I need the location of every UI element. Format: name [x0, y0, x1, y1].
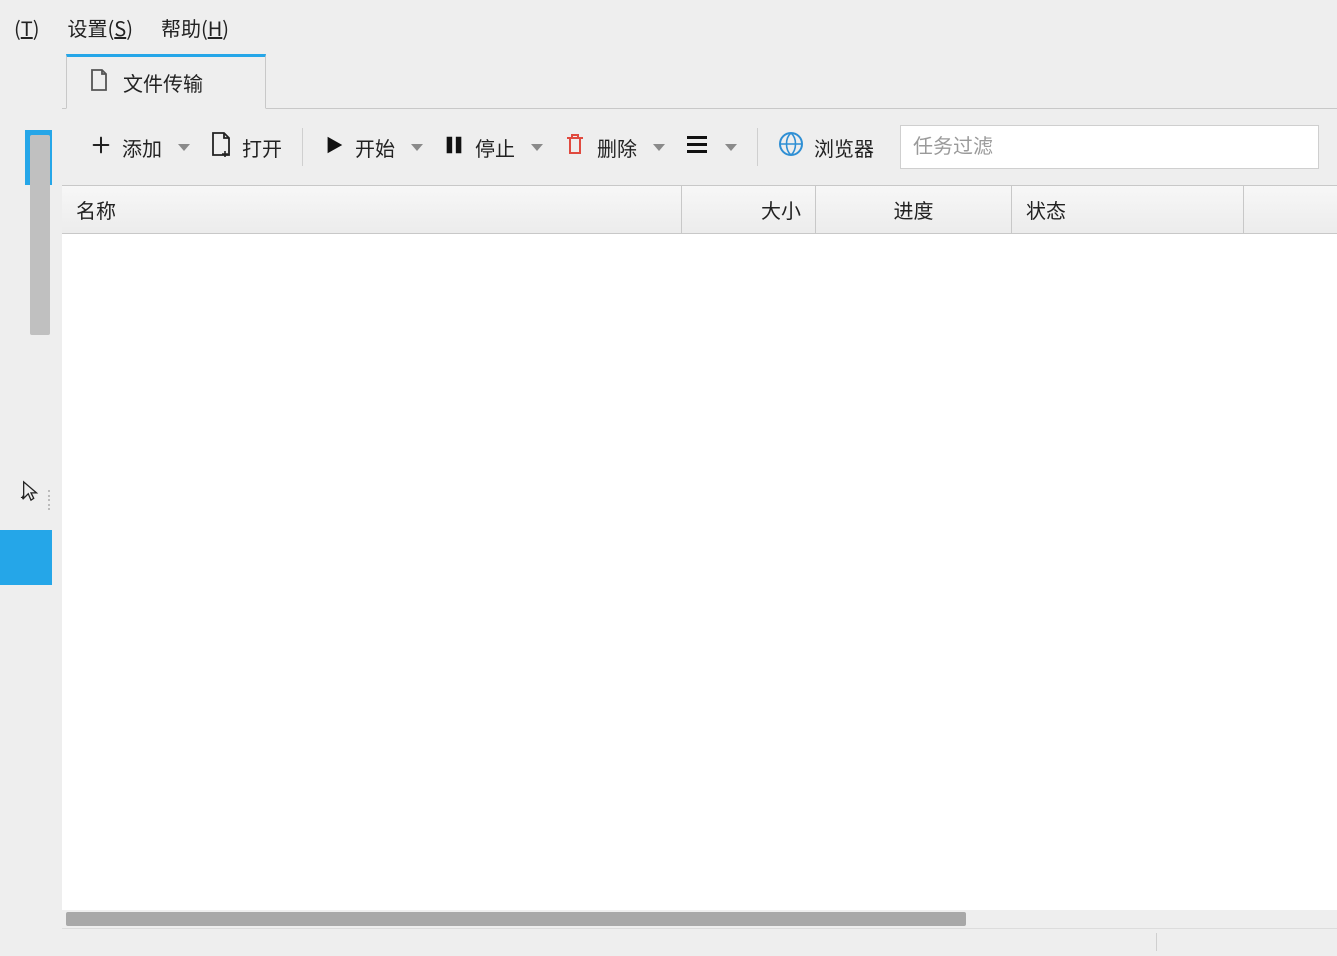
delete-button[interactable]: 删除 [553, 125, 675, 169]
globe-icon [778, 131, 804, 163]
column-name-label: 名称 [76, 195, 116, 224]
add-button[interactable]: 添加 [80, 125, 200, 169]
menu-help[interactable]: 帮助(H) [147, 7, 243, 48]
add-label: 添加 [122, 133, 162, 162]
browser-button[interactable]: 浏览器 [768, 125, 884, 169]
column-progress[interactable]: 进度 [816, 186, 1012, 233]
menu-settings-label: 设置(S) [68, 13, 133, 42]
cursor-add-icon [20, 480, 42, 508]
hamburger-icon [685, 133, 709, 162]
toolbar: 添加 打开 开始 [62, 109, 1337, 185]
column-size-label: 大小 [761, 195, 801, 224]
trash-icon [563, 132, 587, 162]
main-area: 文件传输 添加 打开 [0, 55, 1337, 956]
chevron-down-icon [725, 144, 737, 151]
column-status-label: 状态 [1026, 195, 1066, 224]
tab-strip: 文件传输 [62, 55, 1337, 109]
open-button[interactable]: 打开 [200, 125, 292, 169]
table-body-empty [62, 234, 1337, 910]
column-status[interactable]: 状态 [1012, 186, 1244, 233]
column-size[interactable]: 大小 [682, 186, 816, 233]
pause-icon [443, 133, 465, 162]
delete-label: 删除 [597, 133, 637, 162]
menu-settings[interactable]: 设置(S) [54, 7, 147, 48]
scrollbar-thumb[interactable] [66, 912, 966, 926]
status-bar [62, 928, 1337, 956]
transfer-table: 名称 大小 进度 状态 [62, 185, 1337, 910]
file-add-icon [210, 131, 232, 163]
sidebar-scrollbar[interactable] [30, 135, 50, 335]
filter-box[interactable] [900, 125, 1319, 169]
start-label: 开始 [355, 133, 395, 162]
tab-file-transfer[interactable]: 文件传输 [66, 54, 266, 109]
column-extra[interactable] [1244, 186, 1337, 233]
start-button[interactable]: 开始 [313, 125, 433, 169]
sidebar-drag-handle[interactable] [46, 490, 52, 510]
menu-tools-label: (T) [14, 13, 40, 42]
tab-label: 文件传输 [123, 68, 203, 97]
toolbar-separator [757, 128, 758, 166]
horizontal-scrollbar[interactable] [62, 910, 1337, 928]
content-column: 文件传输 添加 打开 [52, 55, 1337, 956]
sidebar [0, 55, 52, 956]
stop-label: 停止 [475, 133, 515, 162]
filter-input[interactable] [913, 136, 1306, 159]
table-header: 名称 大小 进度 状态 [62, 186, 1337, 234]
menu-button[interactable] [675, 125, 719, 169]
toolbar-separator [302, 128, 303, 166]
column-progress-label: 进度 [894, 195, 934, 224]
chevron-down-icon [531, 144, 543, 151]
column-name[interactable]: 名称 [62, 186, 682, 233]
sidebar-tab-active-2[interactable] [0, 530, 52, 585]
browser-label: 浏览器 [814, 133, 874, 162]
menu-bar: (T) 设置(S) 帮助(H) [0, 0, 1337, 55]
menu-dropdown[interactable] [719, 125, 747, 169]
menu-help-label: 帮助(H) [161, 13, 229, 42]
chevron-down-icon [653, 144, 665, 151]
file-icon [89, 68, 109, 98]
open-label: 打开 [242, 133, 282, 162]
chevron-down-icon [178, 144, 190, 151]
chevron-down-icon [411, 144, 423, 151]
stop-button[interactable]: 停止 [433, 125, 553, 169]
play-icon [323, 133, 345, 162]
menu-tools[interactable]: (T) [0, 7, 54, 48]
plus-icon [90, 133, 112, 162]
